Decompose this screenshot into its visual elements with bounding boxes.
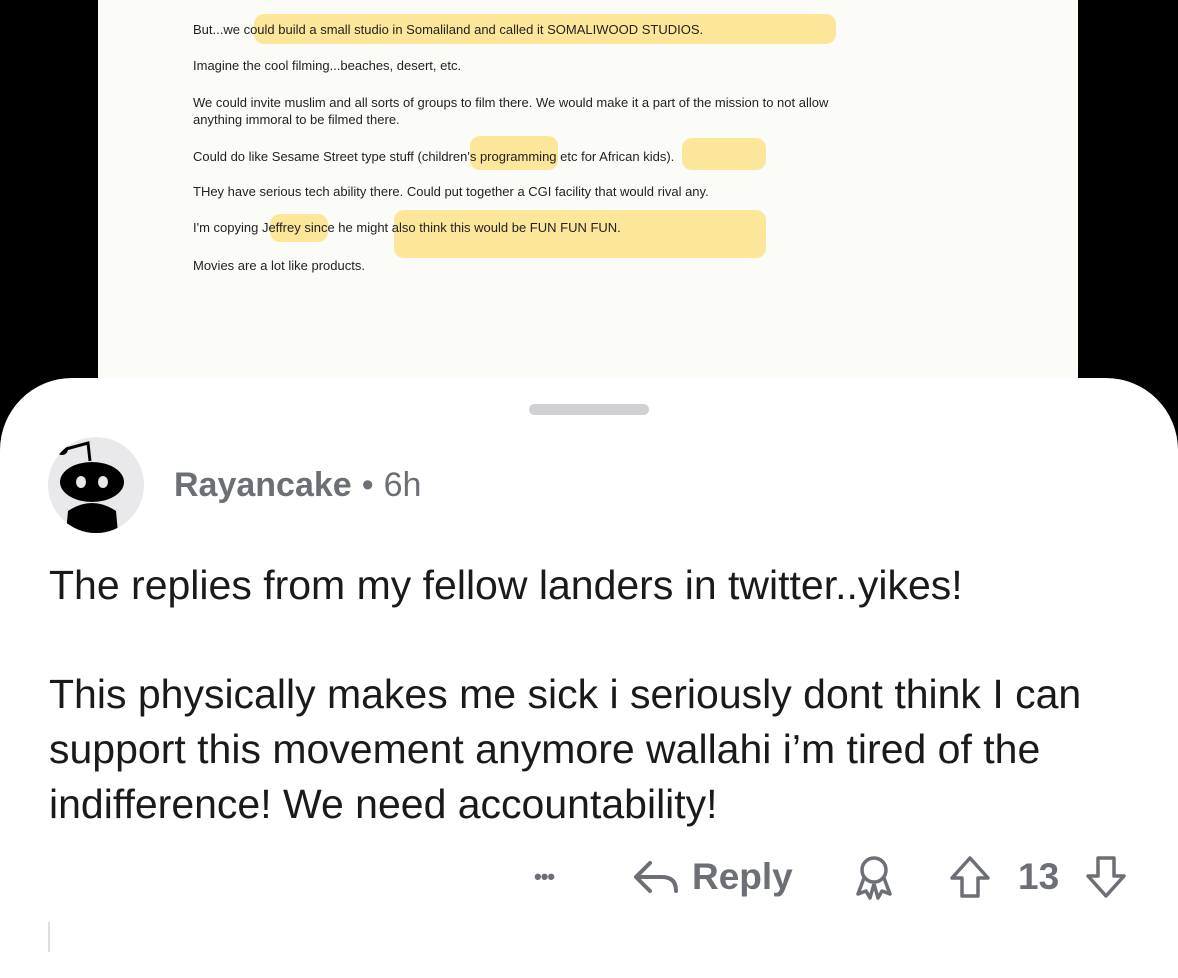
reply-button[interactable]: Reply (632, 852, 793, 902)
comment-paragraph: This physically makes me sick i seriousl… (49, 671, 1082, 827)
downvote-arrow-icon (1086, 856, 1126, 898)
comment-time: 6h (383, 466, 422, 504)
sheet-drag-handle[interactable] (529, 404, 649, 415)
document-line: Imagine the cool filming...beaches, dese… (193, 58, 462, 73)
document-line: But...we could build a small studio in S… (193, 22, 704, 37)
more-options-button[interactable]: ••• (534, 852, 555, 902)
more-icon: ••• (534, 864, 555, 889)
document-line: Could do like Sesame Street type stuff (… (193, 149, 675, 164)
upvote-button[interactable] (948, 852, 992, 902)
reply-label: Reply (692, 856, 793, 897)
document-image: But...we could build a small studio in S… (98, 0, 1078, 420)
award-icon (856, 856, 892, 900)
avatar[interactable] (48, 437, 144, 533)
vote-count-wrap: 13 (1018, 852, 1059, 902)
document-line: Movies are a lot like products. (193, 258, 365, 273)
snoo-avatar-icon (56, 441, 124, 533)
highlight (682, 138, 766, 170)
reply-arrow-icon (634, 861, 678, 893)
username[interactable]: Rayancake (174, 466, 352, 504)
document-line: I'm copying Jeffrey since he might also … (193, 220, 621, 235)
comment-meta: Rayancake • 6h (174, 466, 421, 505)
document-line: THey have serious tech ability there. Co… (193, 184, 709, 199)
document-line: We could invite muslim and all sorts of … (193, 95, 829, 110)
document-line: anything immoral to be filmed there. (193, 112, 400, 127)
upvote-arrow-icon (950, 856, 990, 898)
vote-count: 13 (1018, 856, 1060, 897)
downvote-button[interactable] (1084, 852, 1128, 902)
meta-separator: • (361, 466, 374, 504)
comment-paragraph: The replies from my fellow landers in tw… (49, 562, 963, 608)
thread-line[interactable] (48, 922, 50, 952)
award-button[interactable] (852, 852, 896, 902)
